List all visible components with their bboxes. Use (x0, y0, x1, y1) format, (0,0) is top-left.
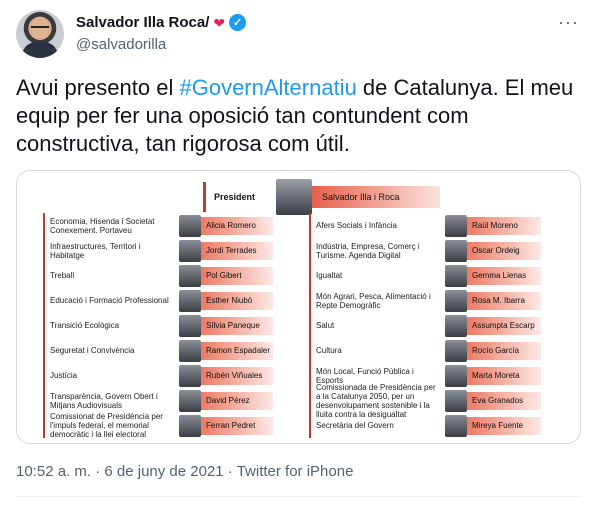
member-photo (445, 289, 467, 312)
member-name: Jordi Terrades (201, 241, 273, 260)
tweet-timestamp[interactable]: 10:52 a. m. · 6 de juny de 2021 · Twitte… (16, 463, 353, 480)
member-photo (445, 339, 467, 362)
member-name: Ferran Pedret (201, 416, 273, 435)
department-label: Afers Socials i Infància (309, 213, 441, 238)
member-name: David Pérez (201, 391, 273, 410)
department-label: Justícia (43, 363, 175, 388)
member-name: Rosa M. Ibarra (467, 291, 541, 310)
member-photo (179, 364, 201, 387)
cabinet-row: Igualtat Gemma Lienas (309, 263, 541, 288)
member-photo (179, 289, 201, 312)
cabinet-row: Economia, Hisenda i Societat Conexement.… (43, 213, 273, 238)
department-label: Seguretat i Convivència (43, 338, 175, 363)
department-label: Educació i Formació Professional (43, 288, 175, 313)
department-label: Salut (309, 313, 441, 338)
more-options-icon[interactable]: ··· (558, 12, 579, 33)
department-label: Infraestructures, Territori i Habitatge (43, 238, 175, 263)
department-label: Transparència, Govern Obert i Mitjans Au… (43, 388, 175, 413)
member-name: Gemma Lienas (467, 266, 541, 285)
president-accent-bar (203, 182, 206, 212)
avatar-glasses (31, 26, 49, 30)
member-name: Raül Moreno (467, 216, 541, 235)
cabinet-row: Comissionat de Presidència per l'impuls … (43, 412, 273, 439)
cabinet-row: Educació i Formació Professional Esther N… (43, 288, 273, 313)
cabinet-row: Transició Ecològica Sílvia Paneque (43, 313, 273, 338)
president-photo (276, 179, 312, 215)
member-name: Pol Gibert (201, 266, 273, 285)
member-photo (445, 214, 467, 237)
author-name-row[interactable]: Salvador Illa Roca/ ❤ ✓ (76, 14, 247, 31)
member-name: Eva Granados (467, 391, 541, 410)
hashtag-link[interactable]: #GovernAlternatiu (179, 75, 356, 100)
cabinet-row: Infraestructures, Territori i Habitatge J… (43, 238, 273, 263)
member-photo (179, 314, 201, 337)
heart-icon: ❤ (213, 14, 226, 31)
department-label: Comissionat de Presidència per l'impuls … (43, 412, 175, 439)
member-photo (445, 239, 467, 262)
department-label: Treball (43, 263, 175, 288)
avatar-suit (22, 42, 58, 58)
divider (16, 496, 581, 497)
cabinet-row: Transparència, Govern Obert i Mitjans Au… (43, 388, 273, 413)
cabinet-row: Afers Socials i Infància Raül Moreno (309, 213, 541, 238)
member-name: Mireya Fuente (467, 416, 541, 435)
member-photo (179, 339, 201, 362)
cabinet-row: Secretària del Govern Mireya Fuente (309, 413, 541, 438)
member-photo (179, 264, 201, 287)
author-handle[interactable]: @salvadorilla (76, 36, 166, 53)
department-label: Comissionada de Presidència per a la Cat… (309, 383, 441, 419)
cabinet-row: Treball Pol Gibert (43, 263, 273, 288)
member-photo (445, 364, 467, 387)
member-name: Assumpta Escarp (467, 316, 541, 335)
member-name: Rubén Viñuales (201, 366, 273, 385)
cabinet-row: Salut Assumpta Escarp (309, 313, 541, 338)
tweet-text-before: Avui presento el (16, 75, 180, 100)
cabinet-row: Comissionada de Presidència per a la Cat… (309, 383, 541, 419)
member-name: Ramon Espadaler (201, 341, 273, 360)
department-label: Transició Ecològica (43, 313, 175, 338)
member-name: Marta Moreta (467, 366, 541, 385)
member-photo (179, 239, 201, 262)
verified-badge-icon: ✓ (229, 14, 247, 31)
member-photo (179, 389, 201, 412)
department-label: Cultura (309, 338, 441, 363)
tweet-text: Avui presento el #GovernAlternatiu de Ca… (16, 74, 581, 158)
member-photo (179, 414, 201, 437)
tweet-media-image[interactable]: President Salvador Illa i Roca Economia,… (16, 170, 581, 444)
member-photo (445, 264, 467, 287)
department-label: Igualtat (309, 263, 441, 288)
member-photo (445, 314, 467, 337)
member-photo (179, 214, 201, 237)
member-name: Esther Niubó (201, 291, 273, 310)
department-label: Secretària del Govern (309, 413, 441, 438)
department-label: Economia, Hisenda i Societat Conexement.… (43, 213, 175, 238)
department-label: Indústria, Empresa, Comerç i Turisme. Ag… (309, 238, 441, 263)
department-label: Món Agrari, Pesca, Alimentació i Repte D… (309, 288, 441, 313)
member-photo (445, 389, 467, 412)
cabinet-row: Justícia Rubén Viñuales (43, 363, 273, 388)
author-display-name[interactable]: Salvador Illa Roca/ (76, 14, 209, 31)
member-name: Sílvia Paneque (201, 316, 273, 335)
cabinet-row: Cultura Rocío García (309, 338, 541, 363)
member-name: Oscar Ordeig (467, 241, 541, 260)
member-name: Alicia Romero (201, 216, 273, 235)
president-name: Salvador Illa i Roca (312, 186, 440, 208)
president-row: President Salvador Illa i Roca (203, 179, 440, 215)
avatar[interactable] (16, 10, 64, 58)
member-photo (445, 414, 467, 437)
member-name: Rocío García (467, 341, 541, 360)
cabinet-row: Seguretat i Convivència Ramon Espadaler (43, 338, 273, 363)
president-label: President (214, 192, 256, 202)
cabinet-row: Món Agrari, Pesca, Alimentació i Repte D… (309, 288, 541, 313)
cabinet-row: Indústria, Empresa, Comerç i Turisme. Ag… (309, 238, 541, 263)
